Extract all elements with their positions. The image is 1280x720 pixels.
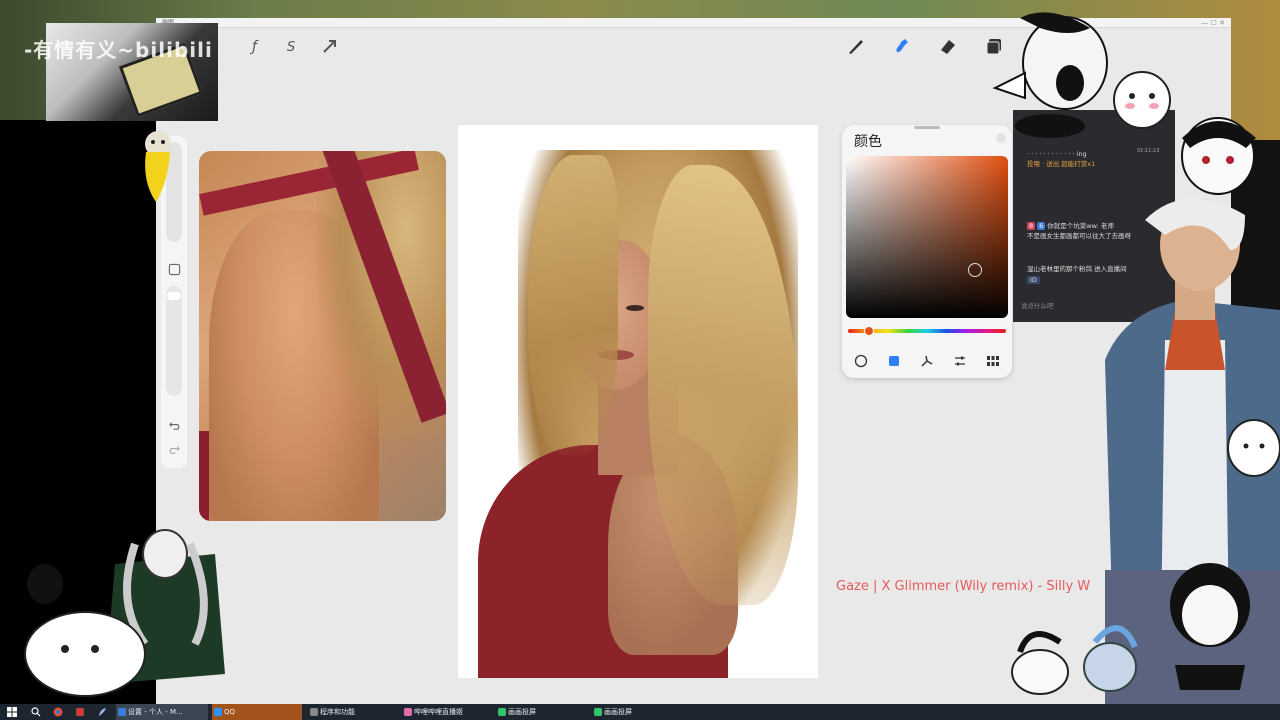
svg-text:S: S: [287, 40, 295, 55]
search-icon[interactable]: [30, 706, 42, 718]
window-controls[interactable]: — ☐ ✕: [1201, 18, 1225, 28]
taskbar-item-screen-mirror[interactable]: 画画投屏: [496, 704, 586, 720]
taskbar-item-qq[interactable]: QQ: [212, 704, 302, 720]
taskbar: 设置 - 个人 - M... QQ 程序和功能 哔哩哔哩直播姬 画画投屏 画画投…: [0, 704, 1280, 720]
taskbar-item-label: 程序和功能: [320, 708, 355, 716]
chrome-icon[interactable]: [52, 706, 64, 718]
banana-cat-sticker: [138, 122, 178, 204]
ref-shirt-edge: [199, 431, 209, 521]
opacity-slider-knob[interactable]: [167, 292, 181, 300]
chat-message-text: 你就是个坑菜ww: 老师: [1047, 222, 1114, 230]
hue-slider-knob[interactable]: [864, 326, 874, 336]
adjust-icon[interactable]: ƒ: [244, 34, 268, 58]
level-badge: 6: [1037, 222, 1046, 230]
panel-drag-handle[interactable]: [914, 126, 940, 129]
mirror-icon: [594, 708, 602, 716]
color-panel: 颜色: [842, 125, 1012, 378]
qq-icon: [214, 708, 222, 716]
smudge-icon[interactable]: [890, 34, 914, 58]
mirror-icon: [498, 708, 506, 716]
app-icon-red[interactable]: [74, 706, 86, 718]
programs-icon: [310, 708, 318, 716]
taskbar-item-label: 画画投屏: [604, 708, 632, 716]
modify-button-icon[interactable]: [167, 262, 181, 276]
taskbar-item-label: QQ: [224, 708, 236, 716]
brush-icon[interactable]: [844, 34, 868, 58]
color-panel-title: 颜色: [854, 134, 882, 150]
opacity-slider[interactable]: [166, 286, 182, 396]
reference-image[interactable]: [199, 151, 446, 521]
chat-time: 02:11:13: [1137, 148, 1160, 154]
harmony-icon[interactable]: [918, 352, 936, 370]
start-icon[interactable]: [6, 706, 18, 718]
taskbar-item-label: 哔哩哔哩直播姬: [414, 708, 463, 716]
chat-chip: ID: [1027, 276, 1040, 284]
palettes-icon[interactable]: [984, 352, 1002, 370]
svg-text:ƒ: ƒ: [249, 39, 259, 55]
value-icon[interactable]: [951, 352, 969, 370]
chat-message: 8 6 你就是个坑菜ww: 老师: [1027, 222, 1114, 230]
character-sticker-crying: [990, 8, 1120, 138]
painting-right-eye: [626, 305, 644, 311]
white-bear-sticker: [1110, 62, 1174, 132]
pony-stickers: [1000, 612, 1140, 704]
taskbar-item-label: 画画投屏: [508, 708, 536, 716]
chat-gift-message: 投喂 · 送出 超能打赏x1: [1027, 160, 1096, 168]
fan-badge: 8: [1027, 222, 1036, 230]
black-hair-character-sticker: [1160, 555, 1260, 690]
taskbar-item-settings[interactable]: 设置 - 个人 - M...: [116, 704, 208, 720]
chat-message: · · · · · · · · · · · · ing: [1027, 150, 1087, 158]
classic-icon[interactable]: [885, 352, 903, 370]
selection-icon[interactable]: S: [280, 34, 304, 58]
stream-watermark: -有情有义~bilibili: [24, 38, 213, 62]
now-playing-ticker: Gaze | X Glimmer (Wily remix) - Silly W: [836, 579, 1091, 594]
disc-icon[interactable]: [852, 352, 870, 370]
taskbar-item-screen-mirror-2[interactable]: 画画投屏: [592, 704, 682, 720]
eraser-icon[interactable]: [936, 34, 960, 58]
color-picker-knob[interactable]: [968, 263, 982, 277]
bottom-left-character-stickers: [15, 524, 230, 700]
painting-hair-left: [528, 155, 618, 455]
color-mode-tabs: [846, 352, 1008, 372]
taskbar-item-bilibili-live[interactable]: 哔哩哔哩直播姬: [402, 704, 492, 720]
saturation-value-square[interactable]: [846, 156, 1008, 318]
feather-icon[interactable]: [96, 706, 108, 718]
taskbar-item-programs[interactable]: 程序和功能: [308, 704, 398, 720]
taskbar-item-label: 设置 - 个人 - M...: [128, 708, 183, 716]
drawing-canvas[interactable]: [458, 125, 818, 678]
undo-icon[interactable]: [167, 418, 181, 432]
bilibili-icon: [404, 708, 412, 716]
transform-icon[interactable]: [318, 34, 342, 58]
settings-icon: [118, 708, 126, 716]
redo-icon[interactable]: [167, 442, 181, 456]
white-bear-sticker-2: [1222, 408, 1280, 486]
